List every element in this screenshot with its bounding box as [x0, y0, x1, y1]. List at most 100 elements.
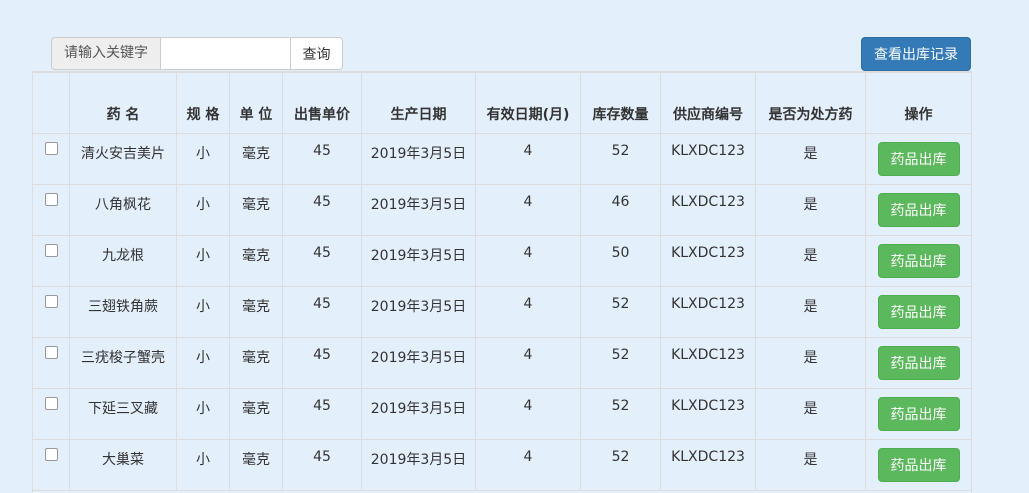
- unit-cell: 毫克: [229, 337, 283, 389]
- spec-cell: 小: [176, 286, 230, 338]
- stock-quantity: 52: [611, 347, 630, 363]
- row-checkbox[interactable]: [44, 397, 58, 410]
- valid-months-cell: 4: [475, 133, 581, 185]
- unit: 毫克: [242, 146, 270, 162]
- stock-quantity: 52: [611, 449, 630, 465]
- action-cell: 药品出库: [865, 235, 971, 287]
- search-label: 请输入关键字: [51, 37, 160, 70]
- supplier-id: KLXDC123: [671, 245, 745, 261]
- price: 45: [313, 194, 331, 210]
- row-checkbox[interactable]: [44, 193, 58, 206]
- price-cell: 45: [282, 235, 362, 287]
- stock-quantity: 52: [611, 398, 630, 414]
- prescription-flag-cell: 是: [755, 439, 866, 491]
- prescription-flag-cell: 是: [755, 388, 866, 440]
- table-row: 三疣梭子蟹壳 小 毫克 45 2019年3月5日 4 52 KLXDC123 是 药品出库: [33, 337, 971, 389]
- supplier-id: KLXDC123: [671, 398, 745, 414]
- medicine-name-cell: 三疣梭子蟹壳: [69, 337, 177, 389]
- header-cell: 单 位: [229, 72, 283, 134]
- supplier-id-cell: KLXDC123: [660, 133, 756, 185]
- spec: 小: [196, 248, 210, 264]
- supplier-id: KLXDC123: [671, 143, 745, 159]
- price: 45: [313, 449, 331, 465]
- production-date: 2019年3月5日: [370, 248, 467, 264]
- supplier-id-cell: KLXDC123: [660, 184, 756, 236]
- price: 45: [313, 398, 331, 414]
- medicine-outbound-button[interactable]: 药品出库: [877, 244, 960, 278]
- spec-cell: 小: [176, 388, 230, 440]
- unit: 毫克: [242, 452, 270, 468]
- search-input[interactable]: [160, 37, 291, 70]
- production-date: 2019年3月5日: [370, 299, 467, 315]
- production-date: 2019年3月5日: [370, 350, 467, 366]
- row-checkbox[interactable]: [44, 448, 58, 461]
- select-cell: [33, 388, 70, 440]
- header-cell: 出售单价: [282, 72, 362, 134]
- stock-quantity-cell: 52: [580, 439, 661, 491]
- medicine-outbound-button[interactable]: 药品出库: [877, 448, 960, 482]
- medicine-name-cell: 三翅铁角蕨: [69, 286, 177, 338]
- row-checkbox[interactable]: [44, 346, 58, 359]
- spec-cell: 小: [176, 184, 230, 236]
- spec-cell: 小: [176, 133, 230, 185]
- medicine-name: 下延三叉藏: [88, 401, 158, 417]
- medicine-outbound-button[interactable]: 药品出库: [877, 193, 960, 227]
- price: 45: [313, 143, 331, 159]
- price-cell: 45: [282, 133, 362, 185]
- unit-cell: 毫克: [229, 133, 283, 185]
- medicine-name: 八角枫花: [95, 197, 151, 213]
- production-date: 2019年3月5日: [370, 146, 467, 162]
- supplier-id-cell: KLXDC123: [660, 388, 756, 440]
- row-checkbox[interactable]: [44, 142, 58, 155]
- valid-months: 4: [523, 398, 533, 414]
- valid-months-cell: 4: [475, 439, 581, 491]
- production-date-cell: 2019年3月5日: [361, 184, 476, 236]
- price-cell: 45: [282, 388, 362, 440]
- valid-months-cell: 4: [475, 235, 581, 287]
- stock-quantity: 46: [611, 194, 630, 210]
- medicine-outbound-button[interactable]: 药品出库: [877, 346, 960, 380]
- row-checkbox[interactable]: [44, 244, 58, 257]
- action-cell: 药品出库: [865, 286, 971, 338]
- medicine-name-cell: 九龙根: [69, 235, 177, 287]
- prescription-flag: 是: [803, 197, 818, 213]
- medicine-name: 大巢菜: [102, 452, 144, 468]
- valid-months: 4: [523, 245, 533, 261]
- medicine-name: 清火安吉美片: [81, 146, 165, 162]
- medicine-outbound-button[interactable]: 药品出库: [877, 142, 960, 176]
- spec: 小: [196, 146, 210, 162]
- production-date: 2019年3月5日: [370, 401, 467, 417]
- valid-months-cell: 4: [475, 184, 581, 236]
- supplier-id-cell: KLXDC123: [660, 286, 756, 338]
- spec: 小: [196, 452, 210, 468]
- valid-months: 4: [523, 449, 533, 465]
- action-cell: 药品出库: [865, 337, 971, 389]
- unit: 毫克: [242, 299, 270, 315]
- prescription-flag-cell: 是: [755, 235, 866, 287]
- header-cell: 规 格: [176, 72, 230, 134]
- supplier-id-cell: KLXDC123: [660, 337, 756, 389]
- production-date-cell: 2019年3月5日: [361, 388, 476, 440]
- valid-months-cell: 4: [475, 286, 581, 338]
- medicine-outbound-button[interactable]: 药品出库: [877, 397, 960, 431]
- production-date-cell: 2019年3月5日: [361, 133, 476, 185]
- supplier-id-cell: KLXDC123: [660, 235, 756, 287]
- action-cell: 药品出库: [865, 388, 971, 440]
- row-checkbox[interactable]: [44, 295, 58, 308]
- price-cell: 45: [282, 184, 362, 236]
- price: 45: [313, 296, 331, 312]
- view-outbound-records-button[interactable]: 查看出库记录: [861, 37, 971, 71]
- search-button[interactable]: 查询: [291, 37, 343, 70]
- valid-months: 4: [523, 296, 533, 312]
- production-date-cell: 2019年3月5日: [361, 337, 476, 389]
- table-row: 下延三叉藏 小 毫克 45 2019年3月5日 4 52 KLXDC123 是 药品出库: [33, 388, 971, 440]
- medicine-outbound-button[interactable]: 药品出库: [877, 295, 960, 329]
- select-cell: [33, 184, 70, 236]
- table-row: 三翅铁角蕨 小 毫克 45 2019年3月5日 4 52 KLXDC123 是 药品出库: [33, 286, 971, 338]
- table-row: 八角枫花 小 毫克 45 2019年3月5日 4 46 KLXDC123 是 药品出库: [33, 184, 971, 236]
- prescription-flag: 是: [803, 248, 818, 264]
- production-date: 2019年3月5日: [370, 452, 467, 468]
- price: 45: [313, 245, 331, 261]
- stock-quantity-cell: 52: [580, 286, 661, 338]
- price-cell: 45: [282, 439, 362, 491]
